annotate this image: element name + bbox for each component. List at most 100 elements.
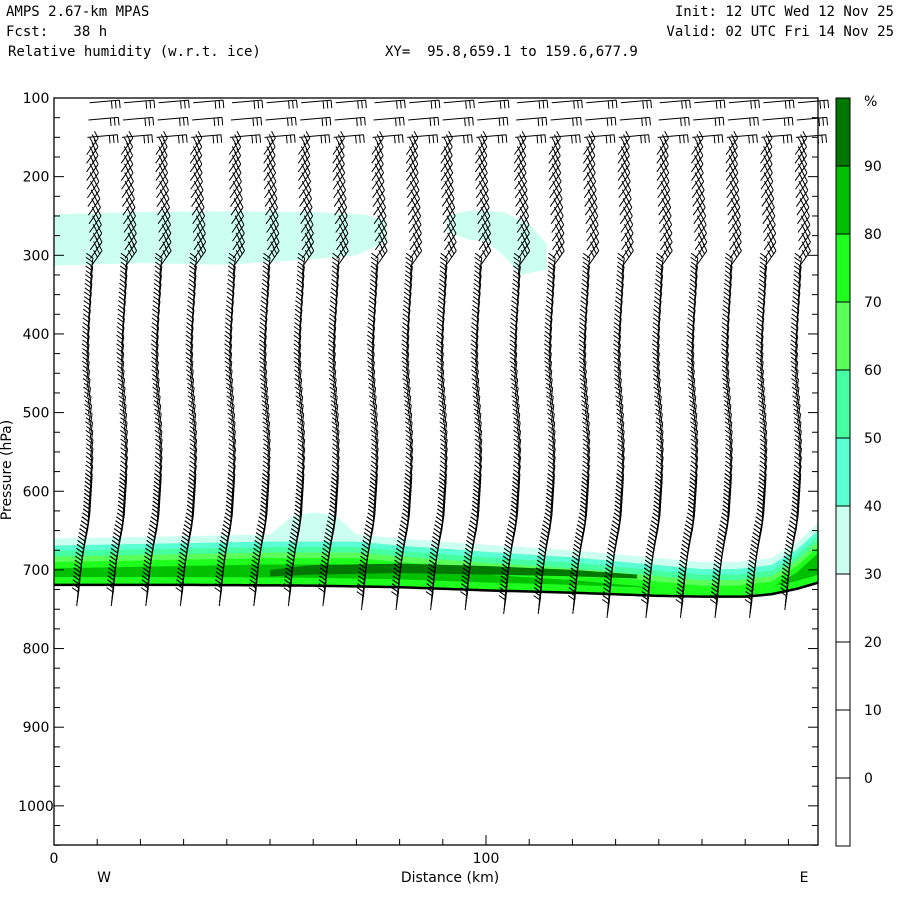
y-tick-label: 400 [23,327,50,343]
colorbar-label: 90 [864,159,882,175]
wind-barb [443,99,475,109]
upper-cloud-30-region [447,210,547,275]
wind-barb [585,116,617,127]
wind-barb [693,116,725,127]
wind-barb [230,116,263,127]
wind-barb [301,99,333,109]
wind-barb [517,99,549,109]
wind-barb-column [356,99,406,611]
wind-barb-column [175,99,225,607]
wind-barb [551,99,583,109]
y-axis-label: Pressure (hPa) [0,420,15,520]
wind-barb [334,116,366,127]
wind-barb [516,116,548,127]
wind-barb [727,116,759,127]
wind-barb [175,583,184,607]
wind-barb [335,99,367,109]
wind-barb-column [106,99,156,607]
wind-barb [266,99,298,109]
wind-barb [477,116,509,127]
wind-barb [391,587,399,611]
wind-barb [675,595,684,618]
wind-barb [659,99,691,109]
colorbar-label: 40 [864,499,882,515]
y-tick-label: 500 [23,406,50,422]
wind-barb [710,595,718,618]
colorbar: 0 10 20 30 40 50 60 70 80 90 [835,97,882,847]
y-tick-label: 300 [23,248,50,264]
y-tick-label: 700 [23,563,50,579]
y-tick-label: 100 [23,91,50,107]
x-axis-label: Distance (km) [401,870,499,886]
y-tick-label: 1000 [18,799,54,815]
colorbar-label: 0 [864,771,873,787]
colorbar-segment [835,97,851,167]
colorbar-label: 30 [864,567,882,583]
wind-barb [460,587,469,611]
wind-barb-column [425,99,475,611]
wind-barb [762,116,794,127]
wind-barb [71,583,80,607]
y-tick-labels: 100 200 300 400 500 600 700 800 900 1000 [18,91,54,815]
colorbar-label: 50 [864,431,882,447]
wind-barb [620,99,652,109]
wind-barb [550,116,582,127]
wind-barb [425,587,434,611]
wind-barb-column [140,99,190,607]
wind-barb [248,583,257,607]
wind-barb [157,116,189,127]
wind-barb [797,99,830,109]
x-tick-labels: 0 100 [50,851,500,867]
colorbar-label: 60 [864,363,882,379]
wind-barb [694,99,726,109]
wind-barb [602,595,610,618]
wind-barb [442,116,474,127]
colorbar-segment [835,301,851,371]
wind-barb-column [391,99,441,611]
wind-barb [586,99,618,109]
wind-barb [265,116,297,127]
wind-barb [619,116,651,127]
wind-barb-column [71,99,121,607]
cross-section-chart: 1002003004005006007008009001000 0 100 Dis… [0,91,882,886]
wind-barb [158,99,190,109]
colorbar-label: 20 [864,635,882,651]
wind-barb [408,116,440,127]
wind-barb [498,591,507,615]
wind-barb [356,587,365,611]
colorbar-unit: % [864,94,877,110]
colorbar-label: 10 [864,703,882,719]
wind-barb [124,99,156,109]
colorbar-segment [835,165,851,235]
colorbar-segment [835,437,851,507]
wind-barb [567,591,576,615]
colorbar-label: 70 [864,295,882,311]
wind-barb-column [779,99,830,611]
wind-barb [373,116,405,127]
wind-barb-column [460,99,510,611]
wind-barb [214,583,223,607]
wind-barb [300,116,332,127]
colorbar-segment [835,505,851,575]
wind-barb [89,99,121,109]
wind-barb [744,595,753,618]
wind-barb [763,99,795,109]
east-label: E [800,870,809,886]
wind-barb [409,99,441,109]
y-tick-label: 900 [23,720,50,736]
wind-barb [283,583,292,607]
colorbar-segment [835,369,851,439]
y-tick-label: 200 [23,170,50,186]
x-tick-label: 0 [50,851,59,867]
y-tick-label: 800 [23,642,50,658]
wind-barb [640,595,649,618]
wind-barb [140,583,149,607]
wind-barb [192,116,224,127]
wind-barb [232,99,264,109]
west-label: W [97,870,111,886]
colorbar-label: 80 [864,227,882,243]
colorbar-segment [835,641,851,711]
y-tick-label: 600 [23,484,50,500]
wind-barb [374,99,406,109]
wind-barb-column [602,99,652,618]
